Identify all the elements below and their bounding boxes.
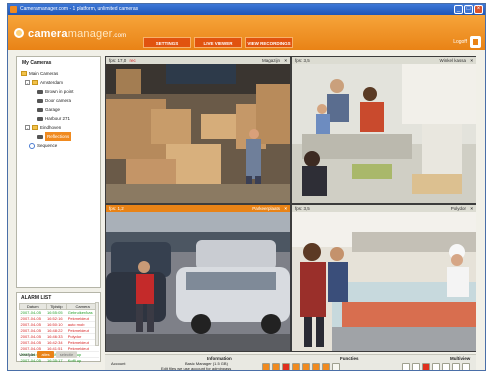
audio-icon[interactable] [312, 363, 320, 370]
play-icon[interactable] [262, 363, 270, 370]
app-icon [10, 6, 17, 13]
camera-view-2[interactable]: fps: 3,5 Winkel kassa × [292, 57, 476, 203]
tree-item-amsterdam[interactable]: - Amsterdam [21, 78, 100, 87]
tab-view-recordings[interactable]: VIEW RECORDINGS [245, 37, 293, 48]
tab-settings[interactable]: SETTINGS [143, 37, 191, 48]
fullscreen-icon[interactable] [332, 363, 340, 370]
sequence-icon [29, 142, 35, 149]
folder-icon [32, 80, 38, 85]
close-view-icon[interactable]: × [470, 57, 473, 64]
table-row[interactable]: 2007-04-05 16:52:16 Pekmeldeut [19, 315, 99, 322]
camera-view-1[interactable]: fps: 17,0 rec Magazijn × [106, 57, 290, 203]
tree-item-eindhoven[interactable]: - Eindhoven [21, 123, 100, 132]
warehouse-video-frame [106, 64, 290, 203]
account-label: Account [111, 361, 126, 366]
camera-icon [37, 98, 43, 103]
camera-view-3[interactable]: fps: 1,2 Parkeerplaats × [106, 205, 290, 351]
table-row[interactable]: 2007-04-05 16:48:22 Pekmeldeut [19, 327, 99, 334]
fps-label: fps: 3,5 [295, 58, 310, 63]
delete-selection-button[interactable]: selectie [55, 351, 78, 358]
fps-label: fps: 3,5 [295, 206, 310, 211]
grid-view-icon[interactable] [422, 363, 430, 370]
grid-view-icon[interactable] [462, 363, 470, 370]
grid-view-icon[interactable] [432, 363, 440, 370]
collapse-icon[interactable]: - [25, 125, 30, 130]
delete-label: Verwijder [19, 352, 36, 357]
grid-view-icon[interactable] [442, 363, 450, 370]
close-button[interactable]: × [474, 5, 483, 14]
tree-item-main-cameras[interactable]: Main Cameras [21, 69, 100, 78]
table-row[interactable]: 2007-04-05 16:42:34 Pekmeldeut [19, 339, 99, 346]
sidebar-title: My Cameras [22, 60, 52, 66]
fps-label: fps: 1,2 [109, 206, 124, 211]
window-title: Cameramanager.com - 1 platform, unlimite… [20, 6, 139, 12]
camera-icon [37, 116, 43, 121]
ptz-icon[interactable] [292, 363, 300, 370]
camera-view-bar: fps: 3,5 Winkel kassa × [292, 57, 476, 64]
delete-all-button[interactable]: alles [37, 351, 54, 358]
tree-item-camera[interactable]: Garage [21, 105, 100, 114]
folder-icon [32, 125, 38, 130]
grid-view-icon[interactable] [452, 363, 460, 370]
bottom-toolbar: Account Information Basic Manager (1.5 G… [105, 354, 476, 371]
logo-icon [14, 28, 24, 38]
deli-video-frame [292, 212, 476, 351]
camera-tree-panel: My Cameras Main Cameras - Amsterdam Brown… [16, 56, 101, 288]
fps-label: fps: 17,0 [109, 58, 127, 63]
functions-label: Functies [340, 356, 359, 361]
snapshot-icon[interactable] [272, 363, 280, 370]
camera-name: Parkeerplaats [252, 206, 280, 211]
camera-view-bar: fps: 1,2 Parkeerplaats × [106, 205, 290, 212]
title-bar: Cameramanager.com - 1 platform, unlimite… [8, 4, 485, 15]
close-view-icon[interactable]: × [284, 57, 287, 64]
collapse-icon[interactable]: - [25, 80, 30, 85]
tree-item-camera[interactable]: Harbour 271 [21, 114, 100, 123]
recording-indicator: rec [129, 58, 136, 63]
checkout-video-frame [292, 64, 476, 203]
app-window: Cameramanager.com - 1 platform, unlimite… [7, 3, 486, 371]
logo: cameramanager.com [28, 28, 127, 40]
tree-item-camera-selected[interactable]: Reflections [21, 132, 100, 141]
table-row[interactable]: 2007-04-05 16:55:05 Gebruiker/kas [19, 309, 99, 316]
camera-name: Magazijn [261, 58, 280, 63]
settings-icon[interactable] [322, 363, 330, 370]
zoom-icon[interactable] [302, 363, 310, 370]
alarm-list-title: ALARM LIST [21, 295, 52, 301]
camera-view-4[interactable]: fps: 3,5 Polydor × [292, 205, 476, 351]
camera-name: Polydor [450, 206, 466, 211]
alarm-scrollbar[interactable] [95, 302, 99, 346]
quad-view-icon[interactable] [412, 363, 420, 370]
parking-video-frame [106, 212, 290, 351]
record-icon[interactable] [282, 363, 290, 370]
header: cameramanager.com SETTINGS LIVE VIEWER V… [8, 15, 485, 50]
camera-grid: fps: 17,0 rec Magazijn × fps: 3,5 Winkel… [105, 56, 476, 352]
camera-icon [37, 89, 43, 94]
logout-icon[interactable] [470, 36, 481, 48]
folder-icon [21, 71, 27, 76]
multiview-label: Multiview [450, 356, 471, 361]
maximize-button[interactable]: □ [464, 5, 473, 14]
tree-item-sequence[interactable]: Sequence [21, 141, 100, 150]
main-nav: SETTINGS LIVE VIEWER VIEW RECORDINGS [143, 37, 293, 48]
camera-name: Winkel kassa [439, 58, 466, 63]
logout-link[interactable]: Logoff [453, 37, 467, 48]
alarm-list-panel: ALARM LIST Datum Tijdstip Camera 2007-04… [16, 292, 101, 364]
camera-tree: Main Cameras - Amsterdam Brown in point D… [17, 66, 100, 150]
tree-item-camera[interactable]: Door camera [21, 96, 100, 105]
minimize-button[interactable]: _ [454, 5, 463, 14]
camera-icon [37, 107, 43, 112]
table-row[interactable]: 2007-04-05 16:35:17 Koffi up [19, 357, 99, 364]
close-view-icon[interactable]: × [284, 205, 287, 212]
single-view-icon[interactable] [402, 363, 410, 370]
camera-view-bar: fps: 17,0 rec Magazijn × [106, 57, 290, 64]
tab-live-viewer[interactable]: LIVE VIEWER [194, 37, 242, 48]
tree-item-camera[interactable]: Brown in point [21, 87, 100, 96]
camera-view-bar: fps: 3,5 Polydor × [292, 205, 476, 212]
camera-icon [37, 134, 43, 139]
account-note: Edit files we use account for adminpass [161, 366, 232, 371]
close-view-icon[interactable]: × [470, 205, 473, 212]
